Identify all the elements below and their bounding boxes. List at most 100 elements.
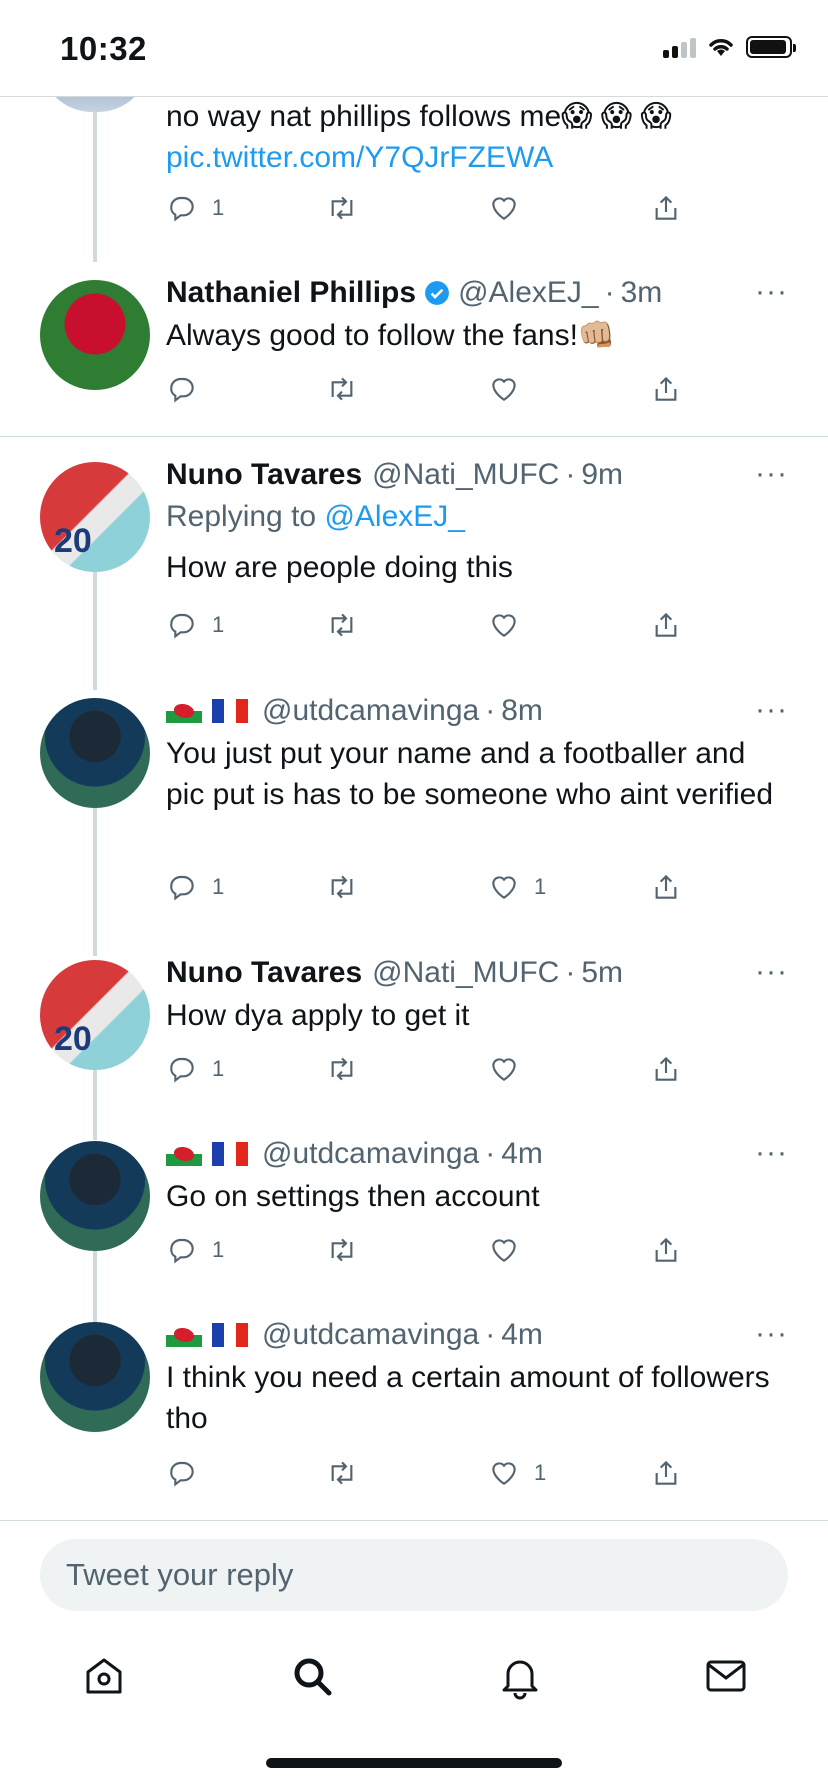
like-button[interactable] xyxy=(488,192,534,224)
more-options-icon[interactable]: ··· xyxy=(755,955,788,989)
tweet-actions xyxy=(166,373,726,413)
tab-notifications[interactable] xyxy=(496,1652,544,1700)
tweet-text: no way nat phillips follows me😱 😱 😱 xyxy=(166,100,672,133)
divider xyxy=(0,436,828,437)
tweet-actions: 1 xyxy=(166,609,726,649)
tweet-actions: 1 xyxy=(166,1457,726,1497)
separator: · xyxy=(565,956,576,989)
tweet[interactable]: Nathaniel Phillips @AlexEJ_ · 3m Always … xyxy=(166,275,788,356)
share-button[interactable] xyxy=(650,871,682,903)
like-button[interactable]: 1 xyxy=(488,871,546,903)
separator: · xyxy=(604,276,615,309)
avatar[interactable] xyxy=(40,1322,150,1432)
share-button[interactable] xyxy=(650,192,682,224)
wifi-icon xyxy=(709,39,733,56)
tweet-actions: 1 xyxy=(166,192,726,232)
reply-input[interactable]: Tweet your reply xyxy=(40,1539,788,1611)
share-icon xyxy=(655,195,677,220)
separator: · xyxy=(485,1137,496,1170)
separator: · xyxy=(485,1318,496,1351)
retweet-button[interactable] xyxy=(326,373,358,405)
retweet-button[interactable] xyxy=(326,609,358,641)
retweet-icon xyxy=(331,1057,353,1081)
tweet[interactable]: no way nat phillips follows me😱 😱 😱 pic.… xyxy=(166,96,788,178)
retweet-icon xyxy=(331,196,353,220)
heart-icon xyxy=(492,1058,516,1081)
share-icon xyxy=(655,1460,677,1485)
reply-button[interactable]: 1 xyxy=(166,871,224,903)
reply-composer-bar: Tweet your reply xyxy=(0,1520,828,1613)
france-flag-icon xyxy=(212,1323,248,1347)
home-indicator[interactable] xyxy=(266,1758,562,1768)
more-options-icon[interactable]: ··· xyxy=(755,1317,788,1351)
like-count: 1 xyxy=(534,874,547,899)
like-button[interactable] xyxy=(488,1053,534,1085)
like-button[interactable] xyxy=(488,373,534,405)
home-icon xyxy=(86,1658,122,1694)
france-flag-icon xyxy=(212,1142,248,1166)
share-button[interactable] xyxy=(650,1234,682,1266)
tweet-text: You just put your name and a footballer … xyxy=(166,737,774,811)
share-icon xyxy=(655,1237,677,1262)
reply-button[interactable] xyxy=(166,373,212,405)
share-icon xyxy=(655,612,677,637)
avatar[interactable] xyxy=(40,1141,150,1251)
avatar[interactable]: 20 xyxy=(40,960,150,1070)
france-flag-icon xyxy=(212,699,248,723)
heart-icon xyxy=(492,1239,516,1262)
tweet[interactable]: @utdcamavinga · 8m You just put your nam… xyxy=(166,693,788,815)
tweet-time: 4m xyxy=(501,1137,543,1170)
retweet-button[interactable] xyxy=(326,1053,358,1085)
reply-button[interactable]: 1 xyxy=(166,192,224,224)
tweet-actions: 1 xyxy=(166,1234,726,1274)
share-button[interactable] xyxy=(650,609,682,641)
author-name: Nuno Tavares xyxy=(166,956,363,989)
tab-search[interactable] xyxy=(288,1652,336,1700)
like-button[interactable]: 1 xyxy=(488,1457,546,1489)
share-button[interactable] xyxy=(650,373,682,405)
retweet-icon xyxy=(331,875,353,899)
reply-button[interactable] xyxy=(166,1457,212,1489)
reply-button[interactable]: 1 xyxy=(166,609,224,641)
retweet-button[interactable] xyxy=(326,1234,358,1266)
avatar[interactable]: 20 xyxy=(40,462,150,572)
retweet-button[interactable] xyxy=(326,871,358,903)
retweet-icon xyxy=(331,377,353,401)
reply-icon xyxy=(170,875,194,901)
more-options-icon[interactable]: ··· xyxy=(755,693,788,727)
more-options-icon[interactable]: ··· xyxy=(755,457,788,491)
more-options-icon[interactable]: ··· xyxy=(755,1136,788,1170)
tweet-time: 8m xyxy=(501,694,543,727)
tweet[interactable]: Nuno Tavares @Nati_MUFC · 9m Replying to… xyxy=(166,457,788,588)
reply-count: 1 xyxy=(212,1237,225,1262)
retweet-icon xyxy=(331,613,353,637)
replying-handle-link[interactable]: @AlexEJ_ xyxy=(324,500,465,533)
tweet[interactable]: Nuno Tavares @Nati_MUFC · 5m How dya app… xyxy=(166,955,788,1036)
like-button[interactable] xyxy=(488,1234,534,1266)
like-button[interactable] xyxy=(488,609,534,641)
author-handle: @utdcamavinga xyxy=(262,1137,480,1170)
heart-icon xyxy=(492,614,516,637)
share-icon xyxy=(655,1056,677,1081)
more-options-icon[interactable]: ··· xyxy=(755,275,788,309)
reply-button[interactable]: 1 xyxy=(166,1053,224,1085)
tweet-text: Go on settings then account xyxy=(166,1180,540,1213)
tweet-link[interactable]: pic.twitter.com/Y7QJrFZEWA xyxy=(166,137,788,178)
share-button[interactable] xyxy=(650,1053,682,1085)
avatar[interactable] xyxy=(40,698,150,808)
tab-home[interactable] xyxy=(80,1652,128,1700)
tweet-time: 5m xyxy=(581,956,623,989)
tweet[interactable]: @utdcamavinga · 4m I think you need a ce… xyxy=(166,1317,788,1439)
search-icon xyxy=(294,1658,332,1696)
retweet-button[interactable] xyxy=(326,1457,358,1489)
heart-icon xyxy=(492,378,516,401)
heart-icon xyxy=(492,876,516,899)
share-button[interactable] xyxy=(650,1457,682,1489)
tweet[interactable]: @utdcamavinga · 4m Go on settings then a… xyxy=(166,1136,788,1217)
author-name: Nathaniel Phillips xyxy=(166,276,417,309)
reply-button[interactable]: 1 xyxy=(166,1234,224,1266)
like-count: 1 xyxy=(534,1460,547,1485)
avatar[interactable] xyxy=(40,280,150,390)
tab-messages[interactable] xyxy=(702,1652,750,1700)
retweet-button[interactable] xyxy=(326,192,358,224)
